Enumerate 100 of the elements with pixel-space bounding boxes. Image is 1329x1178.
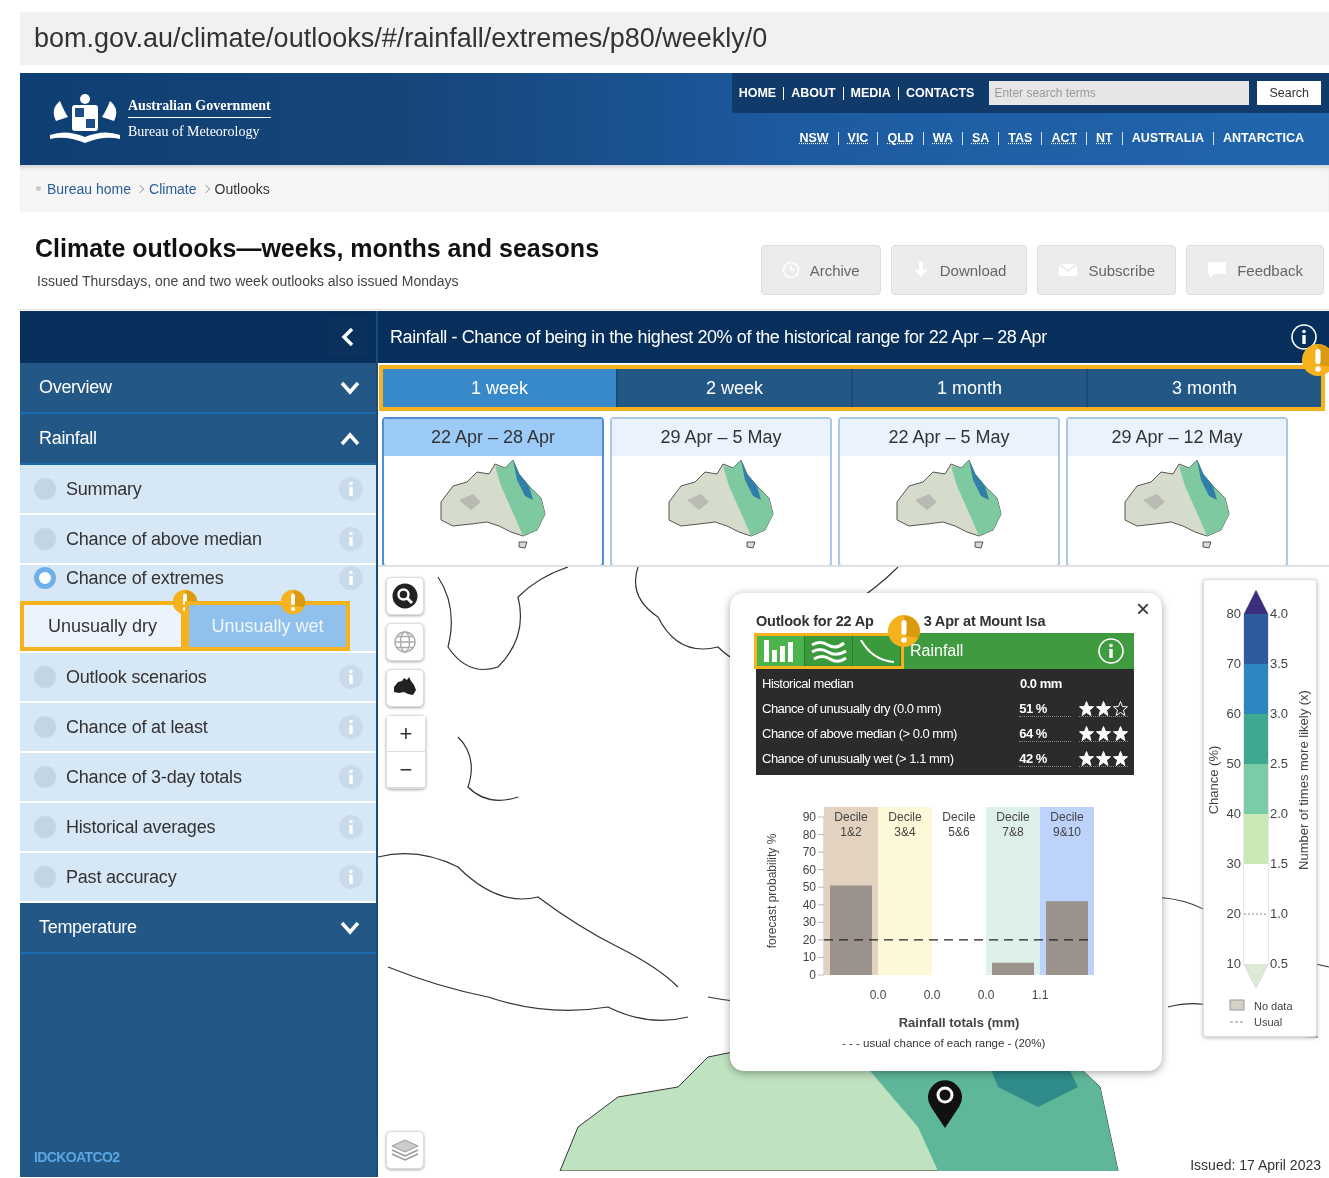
issued-date: Issued: 17 April 2023 (1190, 1157, 1321, 1173)
sidebar-item[interactable]: Summary (20, 465, 376, 515)
region-link[interactable]: SA (961, 131, 999, 145)
star-icon (1096, 725, 1111, 741)
period-tab[interactable]: 3 month (1086, 369, 1321, 407)
globe-icon (393, 630, 417, 654)
decile-label: Decile 5&6 (942, 810, 976, 839)
region-link[interactable]: NSW (790, 131, 838, 145)
item-label: Chance of at least (66, 716, 208, 738)
sidebar-item[interactable]: Chance of at least (20, 703, 376, 753)
sidebar-item[interactable]: Past accuracy (20, 853, 376, 903)
legend-tick-label: 70 (1226, 656, 1241, 671)
nav-link[interactable]: ABOUT (783, 86, 843, 100)
item-label: Past accuracy (66, 866, 177, 888)
search-icon (392, 583, 418, 609)
period-tab[interactable]: 1 month (851, 369, 1086, 407)
breadcrumb-link[interactable]: Climate (149, 180, 197, 197)
search-field[interactable]: Enter search terms (989, 81, 1250, 105)
address-bar[interactable]: bom.gov.au/climate/outlooks/#/rainfall/extremes/p80/weekly/0 (20, 12, 1329, 65)
legend-item: Usual (1254, 1016, 1283, 1028)
sidebar-item[interactable]: Outlook scenarios (20, 653, 376, 703)
product-code: IDCKOATCO2 (34, 1149, 120, 1165)
thumbnail-label: 29 Apr – 5 May (612, 419, 830, 456)
search-button[interactable]: Search (1257, 81, 1321, 105)
row-label: Chance of unusually wet (> 1.1 mm) (762, 751, 955, 766)
region-link[interactable]: NT (1086, 131, 1122, 145)
action-button[interactable]: Download (890, 245, 1028, 295)
nav-link[interactable]: CONTACTS (897, 86, 982, 100)
nav-link[interactable]: MEDIA (842, 86, 898, 100)
legend-tick-label: 10 (1226, 956, 1241, 971)
region-link[interactable]: VIC (837, 131, 878, 145)
page-subtitle: Issued Thursdays, one and two week outlooks also issued Mondays (37, 273, 460, 289)
map-thumbnail[interactable]: 22 Apr – 28 Apr (382, 417, 604, 565)
view-button[interactable] (757, 636, 805, 666)
item-label: Summary (66, 478, 142, 500)
bureau-name: Bureau of Meteorology (128, 124, 261, 140)
search-button[interactable] (386, 577, 424, 615)
star-icon (1096, 700, 1111, 716)
item-label: Chance of extremes (66, 567, 224, 589)
map-thumbnail[interactable]: 29 Apr – 5 May (610, 417, 832, 565)
popup-title: 3 Apr at Mount Isa (923, 613, 1046, 629)
item-label: Outlook scenarios (66, 666, 207, 688)
toggle-option[interactable]: Unusually dry (20, 601, 185, 651)
legend-tick-label: 40 (1226, 806, 1241, 821)
view-button[interactable] (805, 636, 853, 666)
sidebar-item[interactable]: Chance of extremes Unusually dry Unusually wet (20, 565, 376, 653)
nav-link[interactable]: HOME (731, 86, 784, 100)
item-label: Chance of 3-day totals (66, 766, 242, 788)
zoom-in-button[interactable]: + (387, 716, 425, 752)
action-button[interactable]: Subscribe (1037, 245, 1177, 295)
close-button[interactable]: × (1132, 595, 1154, 623)
legend-tick-label: 20 (1226, 906, 1241, 921)
x-axis-label: Rainfall totals (mm) (898, 1015, 1020, 1030)
region-link[interactable]: WA (922, 131, 962, 145)
chevron-up-icon (340, 431, 360, 446)
period-tab[interactable]: 1 week (383, 369, 616, 407)
globe-button[interactable] (386, 623, 424, 661)
zoom-out-button[interactable]: − (387, 752, 425, 788)
view-button[interactable] (853, 636, 901, 666)
australia-button[interactable] (386, 669, 424, 707)
x-tick-label: 1.1 (1031, 988, 1049, 1002)
decile-label: Decile 7&8 (996, 810, 1030, 839)
region-link[interactable]: ACT (1041, 131, 1087, 145)
period-tab[interactable]: 2 week (616, 369, 851, 407)
legend-tick-label: 2.0 (1270, 806, 1289, 821)
radio-button[interactable] (34, 567, 56, 589)
chart-note: - - - usual chance of each range - (20%) (842, 1037, 1047, 1049)
collapse-button[interactable] (328, 317, 368, 357)
layers-icon (391, 1138, 419, 1162)
thumbnail-label: 22 Apr – 28 Apr (384, 419, 602, 456)
region-link[interactable]: AUSTRALIA (1121, 131, 1213, 145)
star-icon (1079, 750, 1094, 766)
legend-tick-label: 4.0 (1270, 606, 1289, 621)
sidebar-item[interactable]: Chance of 3-day totals (20, 753, 376, 803)
breadcrumb-link[interactable]: Outlooks (214, 180, 270, 197)
legend-axis-label: Number of times more likely (x) (1296, 690, 1311, 870)
thumbnail-label: 29 Apr – 12 May (1068, 419, 1286, 456)
thumbnail-label: 22 Apr – 5 May (840, 419, 1058, 456)
row-value: 42 % (1019, 750, 1071, 767)
row-value: 64 % (1019, 725, 1071, 742)
action-button[interactable]: Feedback (1186, 245, 1324, 295)
sidebar-item[interactable]: Chance of above median (20, 515, 376, 565)
legend-tick-label: 1.0 (1270, 906, 1289, 921)
chevron-down-icon (340, 380, 360, 395)
action-button[interactable]: Archive (760, 245, 881, 295)
layers-button[interactable] (386, 1131, 424, 1169)
page-title: Climate outlooks—weeks, months and seasons (35, 234, 600, 263)
y-tick-label: 20 (802, 932, 816, 947)
breadcrumb-link[interactable]: Bureau home (47, 180, 132, 197)
decile-label: Decile 3&4 (888, 810, 922, 839)
region-link[interactable]: QLD (877, 131, 923, 145)
map-thumbnail[interactable]: 29 Apr – 12 May (1066, 417, 1288, 565)
region-link[interactable]: TAS (998, 131, 1042, 145)
region-link[interactable]: ANTARCTICA (1213, 131, 1313, 145)
legend-tick-label: 3.0 (1270, 706, 1289, 721)
info-icon[interactable] (1291, 324, 1317, 350)
map-thumbnail[interactable]: 22 Apr – 5 May (838, 417, 1060, 565)
star-icon (1113, 700, 1128, 716)
sidebar-item[interactable]: Historical averages (20, 803, 376, 853)
y-tick-label: 10 (802, 950, 816, 965)
